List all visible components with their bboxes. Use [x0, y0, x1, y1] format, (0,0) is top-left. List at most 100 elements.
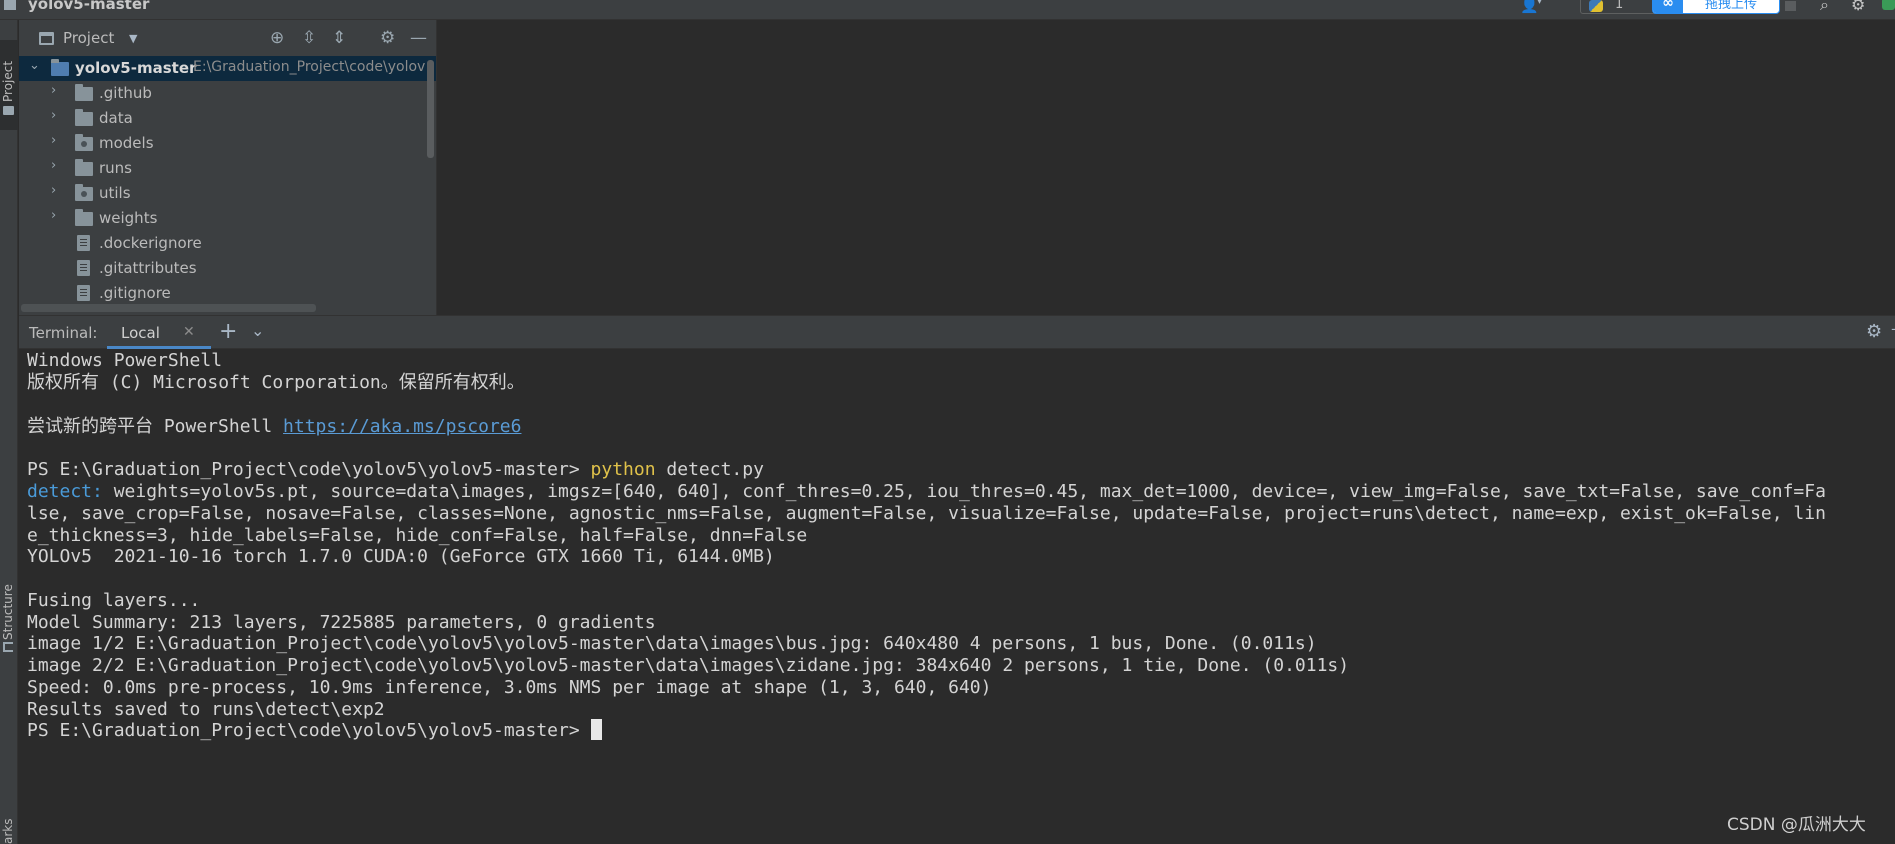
hide-icon[interactable]: — [410, 28, 427, 48]
folder-icon [51, 59, 69, 76]
folder-icon [75, 209, 93, 226]
left-tool-strip: Project Structure arks [0, 20, 18, 844]
chevron-right-icon[interactable]: › [51, 108, 56, 123]
root-path: E:\Graduation_Project\code\yolov [193, 59, 426, 75]
tree-item-label: utils [99, 184, 131, 202]
gear-icon[interactable]: ⚙ [1866, 321, 1882, 342]
tree-root-row[interactable]: ⌄ yolov5-master E:\Graduation_Project\co… [19, 56, 436, 81]
terminal-line: YOLOv5 2021-10-16 torch 1.7.0 CUDA:0 (Ge… [27, 546, 775, 567]
terminal-header: Terminal: Local ✕ + ⌄ ⚙ – [19, 315, 1895, 349]
folder-icon [75, 109, 93, 126]
plugin-icon[interactable] [1882, 0, 1895, 10]
terminal-line: lse, save_crop=False, nosave=False, clas… [27, 503, 1826, 524]
detect-key: detect: [27, 481, 103, 502]
tree-item-label: .gitattributes [99, 259, 197, 277]
terminal-line: Windows PowerShell [27, 350, 223, 371]
gear-icon[interactable]: ⚙ [380, 28, 395, 48]
stop-icon[interactable] [1785, 1, 1796, 11]
project-panel-title[interactable]: Project [63, 29, 114, 47]
watermark: CSDN @瓜洲大大 [1727, 815, 1866, 835]
tool-tab-project[interactable]: Project [0, 40, 18, 130]
prompt-text: PS E:\Graduation_Project\code\yolov5\yol… [27, 459, 591, 480]
locate-icon[interactable]: ⊕ [270, 28, 284, 48]
tree-row-gitignore[interactable]: .gitignore [19, 281, 436, 306]
chevron-down-icon[interactable]: ▼ [129, 32, 137, 45]
terminal-line: 尝试新的跨平台 PowerShell https://aka.ms/pscore… [27, 415, 521, 439]
tree-row-runs[interactable]: › runs [19, 156, 436, 181]
terminal-line: image 2/2 E:\Graduation_Project\code\yol… [27, 655, 1350, 676]
chevron-down-icon[interactable]: ▾ [1537, 0, 1542, 7]
tree-row-data[interactable]: › data [19, 106, 436, 131]
project-panel-header: Project ▼ ⊕ ⇳ ⇕ ⚙ — [19, 20, 436, 57]
settings-gear-icon[interactable]: ⚙ [1851, 0, 1865, 14]
chevron-right-icon[interactable]: › [51, 183, 56, 198]
chevron-right-icon[interactable]: › [51, 158, 56, 173]
search-icon[interactable]: ⌕ [1820, 0, 1829, 15]
terminal-line: image 1/2 E:\Graduation_Project\code\yol… [27, 633, 1317, 654]
folder-icon [75, 84, 93, 101]
upload-label: 拖拽上传 [1705, 0, 1758, 12]
prompt-text: PS E:\Graduation_Project\code\yolov5\yol… [27, 720, 591, 741]
python-icon [1589, 0, 1603, 12]
root-name: yolov5-master [75, 59, 197, 77]
tree-item-label: models [99, 134, 154, 152]
command-args: detect.py [655, 459, 764, 480]
tree-item-label: runs [99, 159, 132, 177]
terminal-line: Speed: 0.0ms pre-process, 10.9ms inferen… [27, 677, 992, 698]
tree-row-utils[interactable]: › utils [19, 181, 436, 206]
terminal-line: PS E:\Graduation_Project\code\yolov5\yol… [27, 458, 764, 482]
upload-logo-icon: ∞ [1653, 0, 1683, 13]
package-folder-icon [75, 184, 93, 201]
project-folder-icon [4, 0, 16, 10]
text-file-icon [77, 235, 90, 251]
chevron-right-icon[interactable]: › [51, 208, 56, 223]
command-text: python [590, 459, 656, 480]
close-icon[interactable]: ✕ [183, 324, 195, 340]
tree-row-gitattributes[interactable]: .gitattributes [19, 256, 436, 281]
terminal-tab-label: Local [121, 324, 160, 342]
project-tab-label: Project [1, 60, 15, 102]
ignore-file-icon [77, 285, 90, 301]
terminal-cursor [590, 719, 602, 740]
chevron-right-icon[interactable]: › [51, 83, 56, 98]
tree-item-label: .github [99, 84, 152, 102]
title-bar: yolov5-master 👤 ▾ 1 ∞ 拖拽上传 ⌕ ⚙ [0, 0, 1895, 20]
pscore-link[interactable]: https://aka.ms/pscore6 [283, 416, 521, 437]
package-folder-icon [75, 134, 93, 151]
text-file-icon [77, 260, 90, 276]
vertical-scrollbar[interactable] [427, 60, 434, 158]
terminal-label: Terminal: [29, 324, 98, 342]
horizontal-scrollbar[interactable] [21, 304, 316, 312]
user-icon[interactable]: 👤 [1520, 0, 1539, 14]
chevron-down-icon[interactable]: ⌄ [251, 321, 264, 340]
project-panel: Project ▼ ⊕ ⇳ ⇕ ⚙ — ⌄ yolov5-master E:\G… [19, 20, 437, 315]
folder-icon [75, 159, 93, 176]
collapse-all-icon[interactable]: ⇕ [332, 28, 346, 48]
structure-icon[interactable] [3, 642, 13, 652]
terminal-line: PS E:\Graduation_Project\code\yolov5\yol… [27, 719, 602, 743]
editor-area[interactable] [438, 20, 1895, 315]
terminal-line: Fusing layers... [27, 590, 201, 611]
hide-icon[interactable]: – [1891, 319, 1895, 338]
tree-row-weights[interactable]: › weights [19, 206, 436, 231]
terminal-tab-local[interactable]: Local ✕ [107, 316, 211, 349]
chevron-down-icon[interactable]: ⌄ [29, 58, 40, 73]
run-config-selector[interactable]: 1 [1580, 0, 1660, 14]
bookmarks-tab-label[interactable]: arks [1, 819, 15, 844]
tree-row-models[interactable]: › models [19, 131, 436, 156]
tree-row-github[interactable]: › .github [19, 81, 436, 106]
tree-item-label: .gitignore [99, 284, 171, 302]
new-terminal-icon[interactable]: + [219, 319, 237, 344]
upload-button[interactable]: ∞ 拖拽上传 [1652, 0, 1780, 14]
tree-row-dockerignore[interactable]: .dockerignore [19, 231, 436, 256]
terminal-output[interactable]: Windows PowerShell 版权所有 (C) Microsoft Co… [19, 349, 1895, 844]
tree-item-label: data [99, 109, 133, 127]
expand-all-icon[interactable]: ⇳ [302, 28, 316, 48]
structure-tab-label[interactable]: Structure [1, 584, 15, 640]
terminal-line: 版权所有 (C) Microsoft Corporation。保留所有权利。 [27, 372, 525, 393]
tree-item-label: .dockerignore [99, 234, 202, 252]
chevron-right-icon[interactable]: › [51, 133, 56, 148]
window-title: yolov5-master [28, 0, 150, 13]
terminal-line: detect: weights=yolov5s.pt, source=data\… [27, 480, 1826, 504]
run-config-number: 1 [1615, 0, 1624, 12]
